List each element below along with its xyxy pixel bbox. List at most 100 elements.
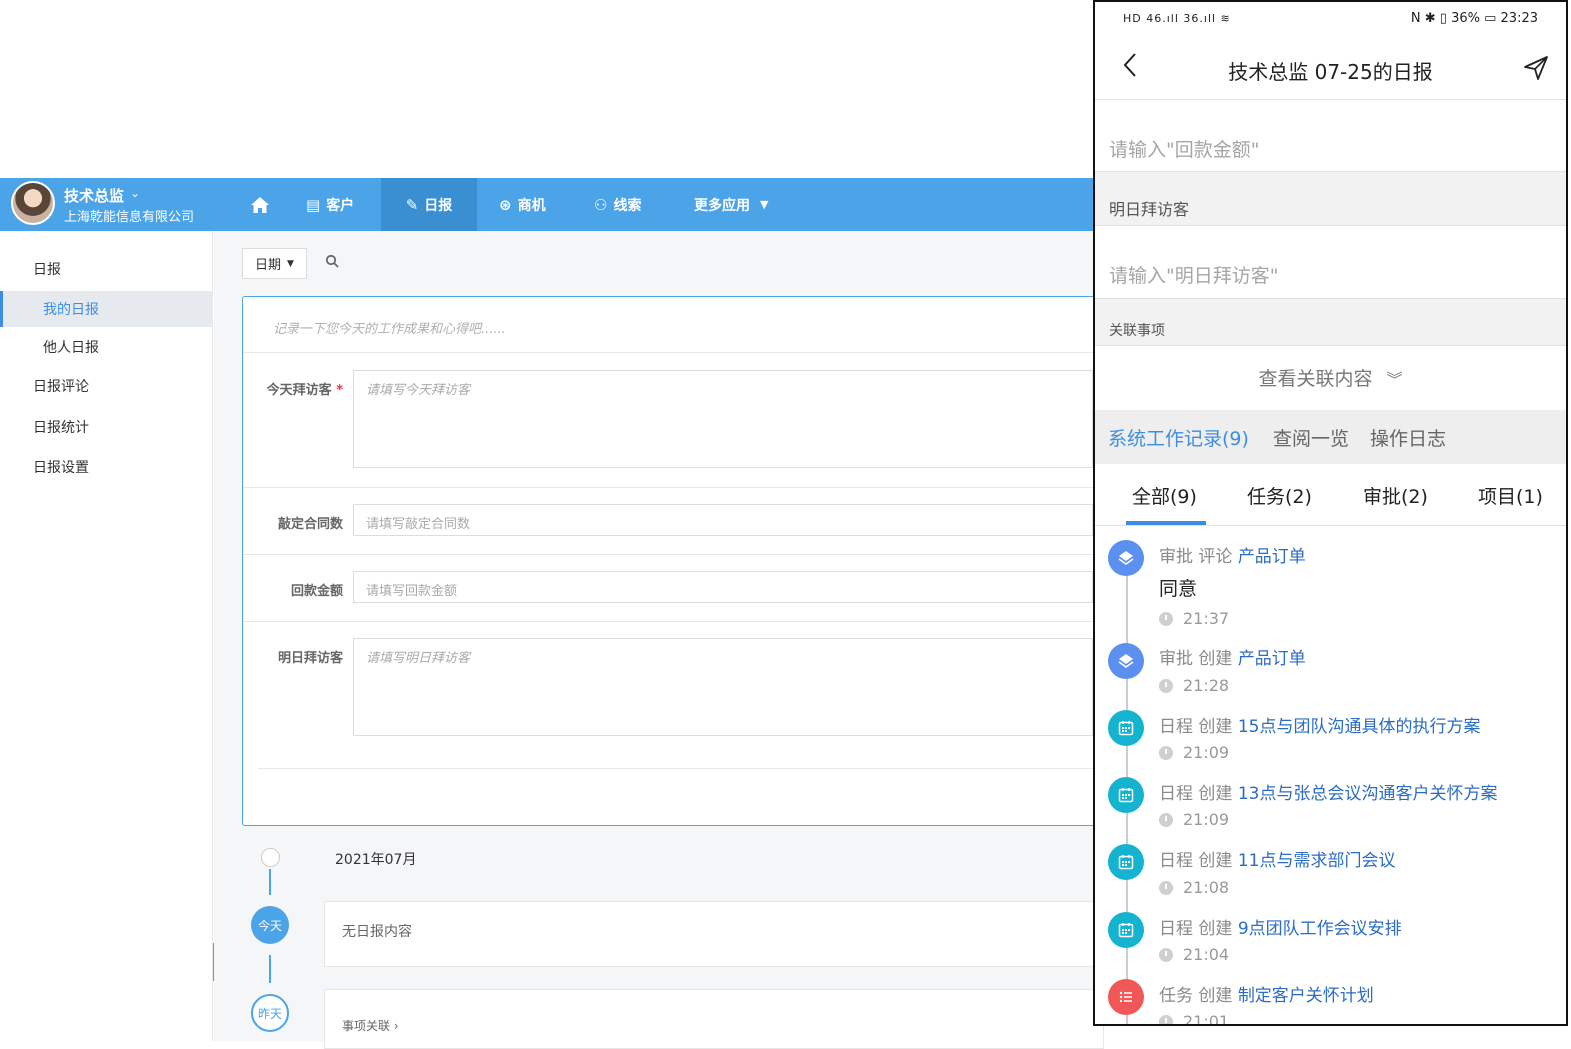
related-items-link[interactable]: 事项关联 › xyxy=(342,1017,399,1034)
double-chevron-down-icon: ︾ xyxy=(1386,370,1403,389)
page-title: 技术总监 07-25的日报 xyxy=(1228,60,1433,84)
nav-customer[interactable]: ▤ 客户 xyxy=(306,178,354,231)
tomorrow-section-label: 明日拜访客 xyxy=(1109,200,1190,219)
nav-more-label: 更多应用 xyxy=(694,197,750,214)
record-time: 21:09 xyxy=(1159,743,1229,762)
divider xyxy=(1095,99,1566,100)
view-related-button[interactable]: 查看关联内容 ︾ xyxy=(1095,364,1566,391)
mobile-screen: HD 46.ıll 36.ıll ≋ N ✱ ▯ 36% ▭ 23:23 技术总… xyxy=(1093,0,1568,1026)
signal-indicators: HD 46.ıll 36.ıll ≋ xyxy=(1123,12,1231,25)
search-icon[interactable] xyxy=(325,254,339,272)
sidebar-item-others-daily[interactable]: 他人日报 xyxy=(0,329,212,365)
nav-leads[interactable]: ⚇ 线索 xyxy=(594,178,641,231)
user-name[interactable]: 技术总监 xyxy=(64,185,124,206)
clock-icon xyxy=(1159,880,1173,895)
daily-card-today-text: 无日报内容 xyxy=(342,924,412,940)
avatar[interactable] xyxy=(11,181,55,225)
visited-today-label: 今天拜访客 * xyxy=(266,383,343,398)
record-link[interactable]: 9点团队工作会议安排 xyxy=(1238,919,1402,939)
divider xyxy=(258,768,1101,769)
calendar-icon xyxy=(1108,912,1144,948)
sidebar-item-my-daily[interactable]: 我的日报 xyxy=(0,291,212,327)
record-link[interactable]: 产品订单 xyxy=(1238,649,1306,669)
tab-system-records[interactable]: 系统工作记录(9) xyxy=(1108,424,1249,451)
send-icon[interactable] xyxy=(1523,55,1549,81)
nav-home[interactable] xyxy=(250,178,280,231)
record-time: 21:09 xyxy=(1159,810,1229,829)
sidebar-item-daily[interactable]: 日报 xyxy=(0,251,212,287)
nav-daily-report[interactable]: ✎ 日报 xyxy=(381,178,477,231)
tab-operation-log[interactable]: 操作日志 xyxy=(1370,424,1446,451)
record-header: 日程 创建 9点团队工作会议安排 xyxy=(1159,919,1402,939)
record-link[interactable]: 15点与团队沟通具体的执行方案 xyxy=(1238,717,1481,737)
contracts-field[interactable]: 请填写敲定合同数 xyxy=(353,504,1093,536)
daily-card-yesterday xyxy=(324,989,1104,1049)
coin-icon: ⊛ xyxy=(499,195,512,214)
sidebar-item-daily-stats[interactable]: 日报统计 xyxy=(0,409,212,445)
record-header: 审批 创建 产品订单 xyxy=(1159,649,1306,669)
tomorrow-input[interactable]: 请输入"明日拜访客" xyxy=(1109,261,1278,288)
nav-daily-label: 日报 xyxy=(424,197,453,214)
summary-input[interactable]: 记录一下您今天的工作成果和心得吧...... xyxy=(273,318,506,337)
calendar-icon xyxy=(1108,710,1144,746)
status-bar: HD 46.ıll 36.ıll ≋ N ✱ ▯ 36% ▭ 23:23 xyxy=(1095,2,1566,38)
visit-tomorrow-field[interactable]: 请填写明日拜访客 xyxy=(353,638,1093,736)
clock-icon xyxy=(1159,1014,1173,1024)
nav-leads-label: 线索 xyxy=(613,197,642,214)
calendar-icon xyxy=(1108,844,1144,880)
record-time: 21:37 xyxy=(1159,609,1229,628)
sidebar-item-daily-comments[interactable]: 日报评论 xyxy=(0,368,212,404)
list-icon xyxy=(1108,979,1144,1015)
subtab-all[interactable]: 全部(9) xyxy=(1132,482,1197,509)
divider xyxy=(243,621,1101,622)
chevron-down-icon: ▼ xyxy=(760,198,769,211)
divider xyxy=(1095,525,1566,526)
calendar-icon xyxy=(1108,777,1144,813)
chevron-down-icon[interactable]: ⌄ xyxy=(130,186,140,200)
record-header: 日程 创建 15点与团队沟通具体的执行方案 xyxy=(1159,717,1481,737)
record-time: 21:08 xyxy=(1159,878,1229,897)
required-mark: * xyxy=(336,383,343,398)
record-link[interactable]: 制定客户关怀计划 xyxy=(1238,986,1374,1006)
record-link[interactable]: 13点与张总会议沟通客户关怀方案 xyxy=(1238,784,1498,804)
clock-icon xyxy=(1159,678,1173,693)
clock-icon xyxy=(1159,611,1173,626)
payment-input[interactable]: 请输入"回款金额" xyxy=(1109,135,1259,162)
date-filter-label: 日期 xyxy=(255,258,282,273)
record-header: 任务 创建 制定客户关怀计划 xyxy=(1159,986,1374,1006)
nav-opportunity-label: 商机 xyxy=(517,197,546,214)
nav-customer-label: 客户 xyxy=(326,197,355,214)
edit-icon: ✎ xyxy=(405,195,419,214)
record-link[interactable]: 11点与需求部门会议 xyxy=(1238,851,1396,871)
payment-label: 回款金额 xyxy=(290,584,343,599)
nav-opportunity[interactable]: ⊛ 商机 xyxy=(499,178,546,231)
record-link[interactable]: 产品订单 xyxy=(1238,547,1306,567)
company-name: 上海乾能信息有限公司 xyxy=(64,210,195,225)
subtab-approvals[interactable]: 审批(2) xyxy=(1363,482,1428,509)
divider xyxy=(243,554,1101,555)
subtab-projects[interactable]: 项目(1) xyxy=(1478,482,1543,509)
divider xyxy=(243,487,1101,488)
timeline-line xyxy=(269,955,271,983)
timeline-dot xyxy=(261,848,280,867)
record-header: 审批 评论 产品订单 xyxy=(1159,547,1306,567)
tab-read-overview[interactable]: 查阅一览 xyxy=(1273,424,1349,451)
users-icon: ⚇ xyxy=(594,195,608,214)
nav-more-apps[interactable]: 更多应用 ▼ xyxy=(694,178,768,231)
divider xyxy=(243,352,1101,353)
payment-field[interactable]: 请填写回款金额 xyxy=(353,571,1093,603)
subtab-tasks[interactable]: 任务(2) xyxy=(1247,482,1312,509)
record-time: 21:28 xyxy=(1159,676,1229,695)
view-related-label: 查看关联内容 xyxy=(1258,368,1373,390)
clock-icon xyxy=(1159,812,1173,827)
visited-today-field[interactable]: 请填写今天拜访客 xyxy=(353,370,1093,468)
sidebar-item-daily-settings[interactable]: 日报设置 xyxy=(0,449,212,485)
timeline-line xyxy=(269,869,271,895)
record-header: 日程 创建 13点与张总会议沟通客户关怀方案 xyxy=(1159,784,1498,804)
related-section-label: 关联事项 xyxy=(1109,323,1165,339)
section-header xyxy=(1095,298,1566,346)
clock-icon xyxy=(1159,947,1173,962)
date-filter-dropdown[interactable]: 日期 ▼ xyxy=(242,248,307,279)
daily-card-today xyxy=(324,901,1104,967)
timeline-yesterday-badge: 昨天 xyxy=(251,994,289,1032)
